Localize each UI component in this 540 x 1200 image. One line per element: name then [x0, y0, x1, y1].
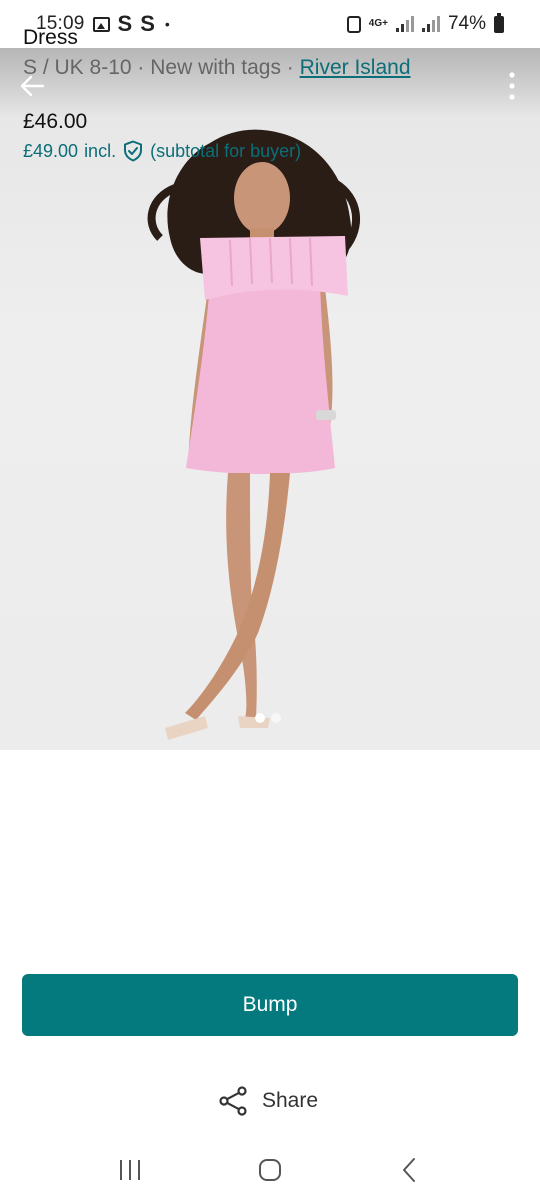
- signal-icon-2: [421, 16, 440, 32]
- recent-apps-icon: [120, 1160, 140, 1180]
- battery-saver-icon: [346, 15, 361, 33]
- brand-link[interactable]: River Island: [300, 56, 411, 79]
- more-options-button[interactable]: [500, 68, 524, 104]
- share-label: Share: [262, 1089, 319, 1112]
- pager-dot: [271, 713, 281, 723]
- buyer-price-info[interactable]: £49.00 incl. (subtotal for buyer): [23, 140, 301, 162]
- carousel-pager: [255, 713, 281, 723]
- incl-label: incl.: [84, 140, 117, 161]
- status-right: 4G+ 74%: [346, 12, 504, 35]
- item-condition: New with tags: [150, 56, 281, 79]
- share-button[interactable]: Share: [218, 1080, 318, 1122]
- item-size: S / UK 8-10: [23, 56, 132, 79]
- item-title: Dress: [23, 26, 78, 49]
- subtotal-note: (subtotal for buyer): [150, 140, 302, 161]
- signal-icon: [395, 16, 414, 32]
- system-back-icon: [403, 1158, 415, 1182]
- pager-dot-active: [255, 713, 265, 723]
- buyer-price: £49.00: [23, 140, 79, 161]
- notification-s-icon-2: S: [140, 11, 155, 36]
- battery-icon: [494, 12, 504, 33]
- gallery-notification-icon: [92, 16, 110, 32]
- meta-separator-2: ·: [280, 56, 300, 79]
- more-vertical-icon: [509, 72, 515, 100]
- share-icon: [219, 1086, 247, 1116]
- system-nav-bar: [0, 1140, 540, 1200]
- item-price: £46.00: [23, 110, 88, 133]
- bump-button[interactable]: Bump: [22, 974, 518, 1036]
- meta-separator: ·: [131, 56, 151, 79]
- home-button[interactable]: [250, 1150, 290, 1190]
- buyer-protection-shield-icon: [122, 140, 144, 162]
- system-back-button[interactable]: [390, 1150, 430, 1190]
- more-notifications-dot: •: [164, 16, 170, 32]
- item-meta: S / UK 8-10 · New with tags · River Isla…: [23, 56, 411, 80]
- home-icon: [259, 1159, 281, 1181]
- notification-s-icon: S: [117, 11, 133, 36]
- network-type: 4G+: [368, 18, 388, 29]
- status-bar: 15:09 S S • 4G+ 74%: [0, 0, 540, 48]
- recent-apps-button[interactable]: [110, 1150, 150, 1190]
- battery-percent: 74%: [447, 13, 486, 34]
